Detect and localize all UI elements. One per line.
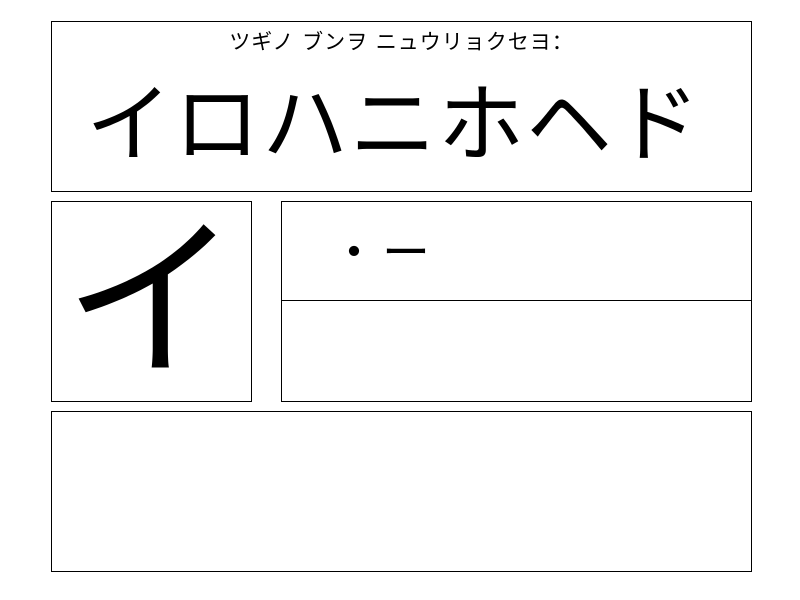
instruction-text: ツギノ ブンヲ ニュウリョクセヨ： bbox=[229, 30, 574, 54]
morse-input-panel[interactable] bbox=[281, 300, 752, 402]
morse-code-display: ・ー bbox=[330, 225, 435, 281]
current-character-panel: イ bbox=[51, 201, 252, 402]
morse-typing-screen: { "prompt": { "instruction": "ツギノ ブンヲ ニュ… bbox=[0, 0, 800, 600]
current-character: イ bbox=[63, 199, 240, 404]
output-panel[interactable] bbox=[51, 411, 752, 572]
morse-code-panel: ・ー bbox=[281, 201, 752, 302]
target-sentence: イロハニホヘド bbox=[86, 75, 702, 175]
prompt-panel: ツギノ ブンヲ ニュウリョクセヨ： イロハニホヘド bbox=[51, 21, 752, 192]
